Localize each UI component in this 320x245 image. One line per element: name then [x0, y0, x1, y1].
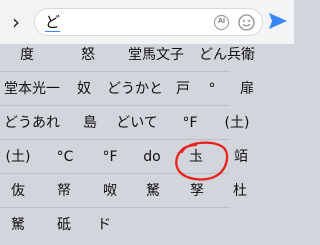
text-input[interactable]: ど AI [34, 8, 263, 36]
candidate-item[interactable]: どいて [111, 106, 163, 140]
emoji-icon[interactable] [238, 14, 255, 31]
candidate-item[interactable]: °F [176, 106, 204, 140]
candidate-item[interactable]: (土) [0, 140, 36, 174]
chevron-right-icon[interactable]: › [6, 11, 26, 33]
candidate-item[interactable]: 怒 [71, 38, 105, 72]
candidate-item[interactable]: ° [201, 72, 223, 106]
candidate-item[interactable]: 奴 [70, 72, 98, 106]
candidate-item[interactable]: °C [49, 140, 81, 174]
candidate-item[interactable]: ド [90, 208, 118, 242]
candidate-item[interactable]: 堂本光一 [0, 72, 64, 106]
candidate-item[interactable]: do [138, 140, 166, 174]
candidate-item[interactable]: どうあれ [0, 106, 64, 140]
candidate-item[interactable]: 島 [76, 106, 104, 140]
candidate-panel-right [230, 44, 294, 245]
candidate-item[interactable]: 駑 [139, 174, 167, 208]
candidate-item[interactable]: 帑 [50, 174, 78, 208]
candidate-item[interactable]: 戸 [169, 72, 197, 106]
candidate-item[interactable]: 呶 [96, 174, 124, 208]
candidate-item[interactable]: °F [95, 140, 125, 174]
send-icon[interactable] [268, 11, 288, 31]
red-circle-annotation [175, 141, 229, 181]
ai-icon[interactable]: AI [214, 15, 229, 30]
candidate-item[interactable]: 砥 [50, 208, 78, 242]
candidate-item[interactable]: 堂馬文子 [122, 38, 190, 72]
input-text: ど [45, 13, 61, 32]
candidate-item[interactable]: どうかと [103, 72, 167, 106]
candidate-item[interactable]: 伖 [4, 174, 32, 208]
candidate-item[interactable]: 度 [10, 38, 44, 72]
candidate-item[interactable]: 駑 [4, 208, 32, 242]
